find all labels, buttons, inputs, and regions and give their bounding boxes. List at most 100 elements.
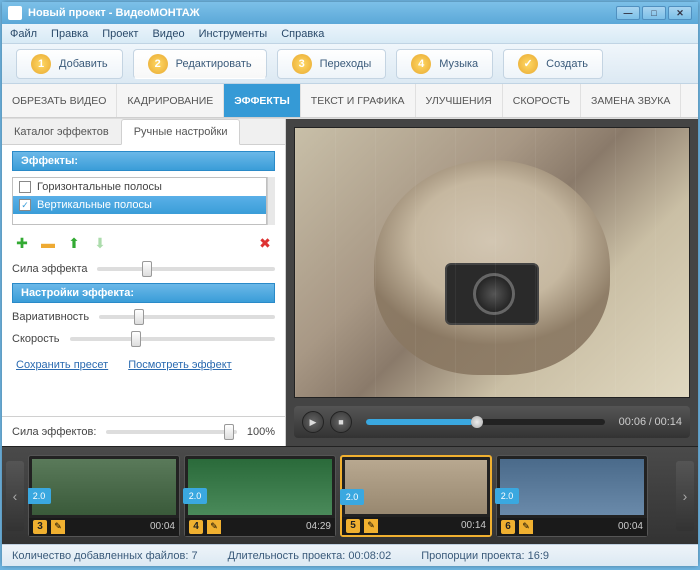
- tab-edit[interactable]: 2 Редактировать: [133, 49, 267, 79]
- timeline-prev-button[interactable]: ‹: [6, 461, 24, 531]
- close-button[interactable]: ✕: [668, 6, 692, 20]
- badge-2: 2: [148, 54, 168, 74]
- tab-music[interactable]: 4 Музыка: [396, 49, 493, 79]
- clip-duration: 00:04: [618, 521, 643, 532]
- checkbox-checked-icon[interactable]: ✓: [19, 199, 31, 211]
- lp-tab-manual[interactable]: Ручные настройки: [121, 119, 241, 145]
- titlebar: Новый проект - ВидеоМОНТАЖ — □ ✕: [2, 2, 698, 24]
- variability-slider[interactable]: [99, 315, 275, 319]
- overall-strength-value: 100%: [247, 426, 275, 438]
- subtab-speed[interactable]: СКОРОСТЬ: [503, 84, 581, 117]
- video-preview: [294, 127, 690, 398]
- clip-3[interactable]: 2.0 3✎00:04: [28, 455, 180, 537]
- checkbox-icon[interactable]: [19, 181, 31, 193]
- time-display: 00:06 / 00:14: [619, 416, 682, 428]
- window-title: Новый проект - ВидеоМОНТАЖ: [28, 7, 200, 19]
- settings-header: Настройки эффекта:: [12, 283, 275, 303]
- save-preset-link[interactable]: Сохранить пресет: [16, 359, 108, 371]
- seek-thumb[interactable]: [471, 416, 483, 428]
- effects-toolbar: ✚ ▬ ⬆ ⬇ ✖: [12, 231, 275, 255]
- clip-number: 6: [501, 520, 515, 534]
- strength-label: Сила эффекта: [12, 263, 87, 275]
- tab-edit-label: Редактировать: [176, 58, 252, 70]
- transition-badge[interactable]: 2.0: [183, 488, 207, 504]
- transition-badge[interactable]: 2.0: [340, 489, 364, 505]
- subtab-replace-audio[interactable]: ЗАМЕНА ЗВУКА: [581, 84, 681, 117]
- slider-thumb[interactable]: [224, 424, 234, 440]
- clip-duration: 04:29: [306, 521, 331, 532]
- subtab-framing[interactable]: КАДРИРОВАНИЕ: [117, 84, 224, 117]
- clip-4[interactable]: 2.0 4 ✎ 04:29: [184, 455, 336, 537]
- maximize-button[interactable]: □: [642, 6, 666, 20]
- effect-horizontal-stripes[interactable]: Горизонтальные полосы: [13, 178, 266, 196]
- status-files: Количество добавленных файлов: 7: [12, 550, 198, 562]
- slider-thumb[interactable]: [131, 331, 141, 347]
- clip-number: 3: [33, 520, 47, 534]
- effect-label: Вертикальные полосы: [37, 199, 152, 211]
- variability-label: Вариативность: [12, 311, 89, 323]
- status-duration: Длительность проекта: 00:08:02: [228, 550, 392, 562]
- subtab-text-graphics[interactable]: ТЕКСТ И ГРАФИКА: [301, 84, 416, 117]
- app-icon: [8, 6, 22, 20]
- menubar: Файл Правка Проект Видео Инструменты Спр…: [2, 24, 698, 44]
- effects-list[interactable]: Горизонтальные полосы ✓ Вертикальные поло…: [12, 177, 267, 225]
- edit-icon[interactable]: ✎: [207, 520, 221, 534]
- tab-add[interactable]: 1 Добавить: [16, 49, 123, 79]
- menu-tools[interactable]: Инструменты: [199, 28, 268, 40]
- transition-badge[interactable]: 2.0: [28, 488, 51, 504]
- transition-badge[interactable]: 2.0: [495, 488, 519, 504]
- edit-icon[interactable]: ✎: [364, 519, 378, 533]
- remove-icon[interactable]: ▬: [40, 235, 56, 251]
- badge-4: 4: [411, 54, 431, 74]
- tab-create-label: Создать: [546, 58, 588, 70]
- menu-help[interactable]: Справка: [281, 28, 324, 40]
- subtab-crop-video[interactable]: ОБРЕЗАТЬ ВИДЕО: [2, 84, 117, 117]
- menu-video[interactable]: Видео: [152, 28, 184, 40]
- effect-label: Горизонтальные полосы: [37, 181, 162, 193]
- tab-add-label: Добавить: [59, 58, 108, 70]
- badge-check-icon: ✓: [518, 54, 538, 74]
- tab-create[interactable]: ✓ Создать: [503, 49, 603, 79]
- clip-number: 4: [189, 520, 203, 534]
- lp-tab-catalog[interactable]: Каталог эффектов: [2, 119, 121, 144]
- effect-vertical-stripes[interactable]: ✓ Вертикальные полосы: [13, 196, 266, 214]
- menu-project[interactable]: Проект: [102, 28, 138, 40]
- effects-header: Эффекты:: [12, 151, 275, 171]
- clip-5[interactable]: 2.0 ★ 5✎00:14: [340, 455, 492, 537]
- menu-edit[interactable]: Правка: [51, 28, 88, 40]
- badge-3: 3: [292, 54, 312, 74]
- overall-strength-label: Сила эффектов:: [12, 426, 96, 438]
- speed-label: Скорость: [12, 333, 60, 345]
- player-controls: ▶ ■ 00:06 / 00:14: [294, 406, 690, 438]
- overall-strength-slider[interactable]: [106, 430, 236, 434]
- minimize-button[interactable]: —: [616, 6, 640, 20]
- left-panel-tabs: Каталог эффектов Ручные настройки: [2, 119, 285, 145]
- add-icon[interactable]: ✚: [14, 235, 30, 251]
- edit-icon[interactable]: ✎: [519, 520, 533, 534]
- slider-thumb[interactable]: [142, 261, 152, 277]
- tab-music-label: Музыка: [439, 58, 478, 70]
- slider-thumb[interactable]: [134, 309, 144, 325]
- move-up-icon[interactable]: ⬆: [66, 235, 82, 251]
- main-tabs: 1 Добавить 2 Редактировать 3 Переходы 4 Музы…: [2, 44, 698, 84]
- tab-transitions-label: Переходы: [320, 58, 372, 70]
- view-effect-link[interactable]: Посмотреть эффект: [128, 359, 232, 371]
- clip-6[interactable]: 2.0 6 ✎ 00:04: [496, 455, 648, 537]
- badge-1: 1: [31, 54, 51, 74]
- menu-file[interactable]: Файл: [10, 28, 37, 40]
- timeline: ‹ 2.0 3✎00:04 2.0 4✎04:29 2.0 ★ 5✎00:14 …: [2, 446, 698, 544]
- tab-transitions[interactable]: 3 Переходы: [277, 49, 387, 79]
- scrollbar[interactable]: [267, 177, 275, 225]
- timeline-next-button[interactable]: ›: [676, 461, 694, 531]
- speed-slider[interactable]: [70, 337, 275, 341]
- subtab-enhancements[interactable]: УЛУЧШЕНИЯ: [416, 84, 503, 117]
- move-down-icon[interactable]: ⬇: [92, 235, 108, 251]
- subtab-effects[interactable]: ЭФФЕКТЫ: [224, 84, 300, 117]
- stop-button[interactable]: ■: [330, 411, 352, 433]
- sub-tabs: ОБРЕЗАТЬ ВИДЕО КАДРИРОВАНИЕ ЭФФЕКТЫ ТЕКС…: [2, 84, 698, 118]
- strength-slider[interactable]: [97, 267, 275, 271]
- play-button[interactable]: ▶: [302, 411, 324, 433]
- edit-icon[interactable]: ✎: [51, 520, 65, 534]
- delete-icon[interactable]: ✖: [257, 235, 273, 251]
- seek-bar[interactable]: [366, 419, 605, 425]
